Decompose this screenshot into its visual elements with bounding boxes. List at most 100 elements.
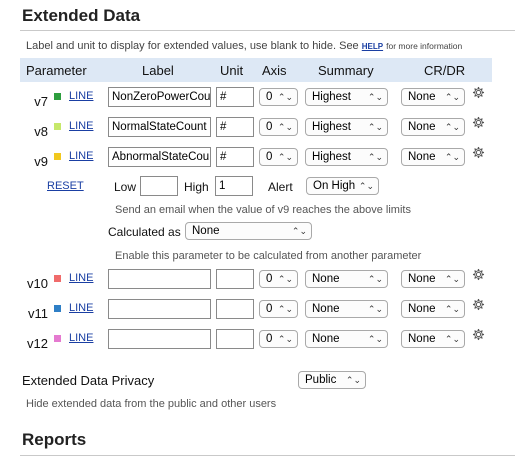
calc-note: Enable this parameter to be calculated f… bbox=[115, 250, 422, 262]
summary-select-value: Highest bbox=[312, 91, 351, 103]
parameter-name: v9 bbox=[34, 154, 48, 169]
header-crdr: CR/DR bbox=[424, 63, 466, 78]
select-arrows-icon: ⌃⌄ bbox=[444, 152, 460, 162]
select-arrows-icon: ⌃⌄ bbox=[367, 152, 383, 162]
label-input[interactable]: AbnormalStateCou bbox=[108, 147, 211, 167]
privacy-select[interactable]: Public ⌃⌄ bbox=[298, 371, 366, 389]
gear-icon[interactable] bbox=[472, 268, 485, 281]
calculated-select-value: None bbox=[192, 225, 220, 237]
crdr-select[interactable]: None ⌃⌄ bbox=[401, 88, 465, 106]
label-input[interactable]: NormalStateCount bbox=[108, 117, 211, 137]
axis-select[interactable]: 0 ⌃⌄ bbox=[259, 330, 298, 348]
select-arrows-icon: ⌃⌄ bbox=[277, 304, 293, 314]
line-style-link[interactable]: LINE bbox=[69, 90, 93, 102]
axis-select[interactable]: 0 ⌃⌄ bbox=[259, 118, 298, 136]
alert-select[interactable]: On High ⌃⌄ bbox=[306, 177, 379, 195]
crdr-select[interactable]: None ⌃⌄ bbox=[401, 330, 465, 348]
privacy-select-value: Public bbox=[305, 374, 337, 386]
series-color-swatch bbox=[54, 153, 61, 160]
summary-select[interactable]: None ⌃⌄ bbox=[305, 270, 388, 288]
calculated-select[interactable]: None ⌃⌄ bbox=[185, 222, 312, 240]
crdr-select[interactable]: None ⌃⌄ bbox=[401, 148, 465, 166]
select-arrows-icon: ⌃⌄ bbox=[367, 304, 383, 314]
select-arrows-icon: ⌃⌄ bbox=[444, 274, 460, 284]
header-unit: Unit bbox=[220, 63, 244, 78]
high-input[interactable]: 1 bbox=[215, 176, 253, 196]
select-arrows-icon: ⌃⌄ bbox=[277, 334, 293, 344]
unit-input[interactable]: # bbox=[216, 147, 254, 167]
unit-input[interactable] bbox=[216, 299, 254, 319]
gear-icon[interactable] bbox=[472, 86, 485, 99]
crdr-select-value: None bbox=[408, 303, 436, 315]
line-style-link[interactable]: LINE bbox=[69, 302, 93, 314]
reports-title: Reports bbox=[22, 430, 87, 449]
privacy-label: Extended Data Privacy bbox=[22, 373, 155, 388]
select-arrows-icon: ⌃⌄ bbox=[367, 92, 383, 102]
crdr-select-value: None bbox=[408, 273, 436, 285]
summary-select[interactable]: None ⌃⌄ bbox=[305, 330, 388, 348]
privacy-note: Hide extended data from the public and o… bbox=[26, 398, 277, 410]
gear-icon[interactable] bbox=[472, 328, 485, 341]
line-style-link[interactable]: LINE bbox=[69, 150, 93, 162]
summary-select-value: None bbox=[312, 333, 340, 345]
help-suffix: for more information bbox=[386, 41, 463, 51]
axis-select-value: 0 bbox=[266, 303, 273, 315]
select-arrows-icon: ⌃⌄ bbox=[291, 226, 307, 236]
gear-icon[interactable] bbox=[472, 146, 485, 159]
crdr-select[interactable]: None ⌃⌄ bbox=[401, 118, 465, 136]
low-input[interactable] bbox=[140, 176, 178, 196]
axis-select[interactable]: 0 ⌃⌄ bbox=[259, 148, 298, 166]
select-arrows-icon: ⌃⌄ bbox=[444, 92, 460, 102]
alert-select-value: On High bbox=[313, 180, 356, 192]
unit-input[interactable] bbox=[216, 329, 254, 349]
crdr-select[interactable]: None ⌃⌄ bbox=[401, 300, 465, 318]
line-style-link[interactable]: LINE bbox=[69, 120, 93, 132]
select-arrows-icon: ⌃⌄ bbox=[444, 122, 460, 132]
header-parameter: Parameter bbox=[26, 63, 87, 78]
unit-input[interactable]: # bbox=[216, 87, 254, 107]
line-style-link[interactable]: LINE bbox=[69, 332, 93, 344]
label-input[interactable]: NonZeroPowerCou bbox=[108, 87, 211, 107]
label-input[interactable] bbox=[108, 299, 211, 319]
high-label: High bbox=[184, 180, 209, 194]
summary-select[interactable]: None ⌃⌄ bbox=[305, 300, 388, 318]
gear-icon[interactable] bbox=[472, 116, 485, 129]
label-input[interactable] bbox=[108, 269, 211, 289]
select-arrows-icon: ⌃⌄ bbox=[277, 152, 293, 162]
summary-select-value: None bbox=[312, 303, 340, 315]
table-header: Parameter Label Unit Axis Summary CR/DR bbox=[20, 58, 492, 82]
header-axis: Axis bbox=[262, 63, 287, 78]
axis-select[interactable]: 0 ⌃⌄ bbox=[259, 300, 298, 318]
email-note: Send an email when the value of v9 reach… bbox=[115, 204, 411, 216]
help-link[interactable]: HELP bbox=[362, 42, 383, 51]
summary-select[interactable]: Highest ⌃⌄ bbox=[305, 118, 388, 136]
crdr-select-value: None bbox=[408, 333, 436, 345]
crdr-select[interactable]: None ⌃⌄ bbox=[401, 270, 465, 288]
extended-data-description: Label and unit to display for extended v… bbox=[26, 40, 462, 52]
header-label: Label bbox=[142, 63, 174, 78]
axis-select-value: 0 bbox=[266, 273, 273, 285]
select-arrows-icon: ⌃⌄ bbox=[367, 334, 383, 344]
unit-input[interactable] bbox=[216, 269, 254, 289]
summary-select[interactable]: Highest ⌃⌄ bbox=[305, 148, 388, 166]
select-arrows-icon: ⌃⌄ bbox=[345, 375, 361, 385]
extended-data-title: Extended Data bbox=[22, 6, 141, 25]
summary-select-value: Highest bbox=[312, 151, 351, 163]
axis-select[interactable]: 0 ⌃⌄ bbox=[259, 270, 298, 288]
unit-input[interactable]: # bbox=[216, 117, 254, 137]
summary-select[interactable]: Highest ⌃⌄ bbox=[305, 88, 388, 106]
crdr-select-value: None bbox=[408, 121, 436, 133]
section-divider bbox=[20, 30, 515, 31]
series-color-swatch bbox=[54, 335, 61, 342]
line-style-link[interactable]: LINE bbox=[69, 272, 93, 284]
label-input[interactable] bbox=[108, 329, 211, 349]
axis-select-value: 0 bbox=[266, 333, 273, 345]
series-color-swatch bbox=[54, 123, 61, 130]
gear-icon[interactable] bbox=[472, 298, 485, 311]
reset-link[interactable]: RESET bbox=[47, 180, 84, 192]
axis-select[interactable]: 0 ⌃⌄ bbox=[259, 88, 298, 106]
parameter-name: v12 bbox=[27, 336, 48, 351]
alert-label: Alert bbox=[268, 180, 293, 194]
section-divider bbox=[20, 455, 515, 456]
axis-select-value: 0 bbox=[266, 121, 273, 133]
